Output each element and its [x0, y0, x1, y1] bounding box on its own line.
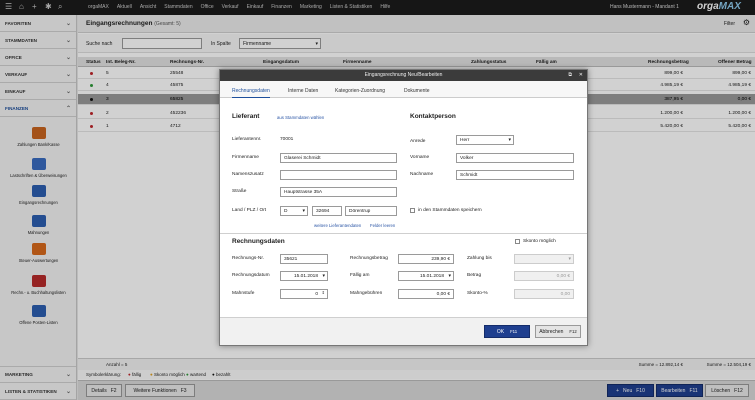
supplier-number: 70001 — [280, 137, 294, 142]
chevron-down-icon: ▾ — [302, 208, 305, 214]
stepper-icon: ⇕ — [321, 290, 325, 295]
street-field[interactable]: Hauptstrasse 35A — [280, 187, 397, 197]
salutation-select[interactable]: Herr ▾ — [456, 135, 514, 145]
tab-interne-daten[interactable]: Interne Daten — [288, 88, 318, 94]
chevron-down-icon: ▾ — [448, 273, 451, 279]
section-lieferant: Lieferant — [232, 113, 260, 120]
skonto-percent-field[interactable]: 0,00 — [514, 289, 574, 299]
zip-field[interactable]: 32694 — [312, 206, 342, 216]
more-supplier-data-link[interactable]: weitere Lieferantendaten — [314, 223, 361, 228]
section-kontaktperson: Kontaktperson — [410, 113, 456, 120]
tab-kategorien[interactable]: Kategorien-Zuordnung — [335, 88, 385, 94]
name-suffix-field[interactable] — [280, 170, 397, 180]
dunning-fee-field[interactable]: 0,00 € — [398, 289, 454, 299]
section-rechnungsdaten: Rechnungsdaten — [232, 238, 285, 245]
due-date-field[interactable]: 15.01.2018 ▾ — [398, 271, 454, 281]
country-select[interactable]: D ▾ — [280, 206, 308, 216]
tab-rechnungsdaten[interactable]: Rechnungsdaten — [232, 88, 270, 98]
ok-button[interactable]: OK F11 — [484, 325, 530, 338]
invoice-dialog: Eingangsrechnung Neu/Bearbeiten ⧉ ✕ Rech… — [219, 69, 588, 346]
chevron-down-icon: ▾ — [568, 256, 571, 262]
payment-until-select[interactable]: ▾ — [514, 254, 574, 264]
maximize-icon[interactable]: ⧉ — [568, 70, 572, 81]
skonto-checkbox[interactable] — [515, 239, 520, 244]
cancel-button[interactable]: Abbrechen F12 — [535, 325, 581, 338]
company-name-field[interactable]: Glaserei Schmidt — [280, 153, 397, 163]
city-field[interactable]: Dörentrup — [345, 206, 397, 216]
dialog-title: Eingangsrechnung Neu/Bearbeiten ⧉ ✕ — [220, 70, 587, 81]
dialog-footer: OK F11 Abbrechen F12 — [220, 317, 587, 345]
invoice-date-field[interactable]: 15.01.2018 ▾ — [280, 271, 328, 281]
choose-from-master-link[interactable]: aus Stammdaten wählen — [277, 115, 324, 120]
first-name-field[interactable]: Volker — [456, 153, 574, 163]
chevron-down-icon: ▾ — [322, 273, 325, 279]
invoice-amount-field[interactable]: 239,90 € — [398, 254, 454, 264]
save-master-checkbox[interactable] — [410, 208, 415, 213]
dialog-tabs: Rechnungsdaten Interne Daten Kategorien-… — [220, 81, 587, 98]
last-name-field[interactable]: Schmidt — [456, 170, 574, 180]
skonto-amount-field[interactable]: 0,00 € — [514, 271, 574, 281]
invoice-number-field[interactable]: 35621 — [280, 254, 328, 264]
dunning-level-stepper[interactable]: 0 ⇕ — [280, 289, 328, 299]
close-icon[interactable]: ✕ — [579, 70, 583, 81]
chevron-down-icon: ▾ — [508, 137, 511, 143]
clear-fields-link[interactable]: Felder leeren — [370, 223, 395, 228]
tab-dokumente[interactable]: Dokumente — [404, 88, 430, 94]
